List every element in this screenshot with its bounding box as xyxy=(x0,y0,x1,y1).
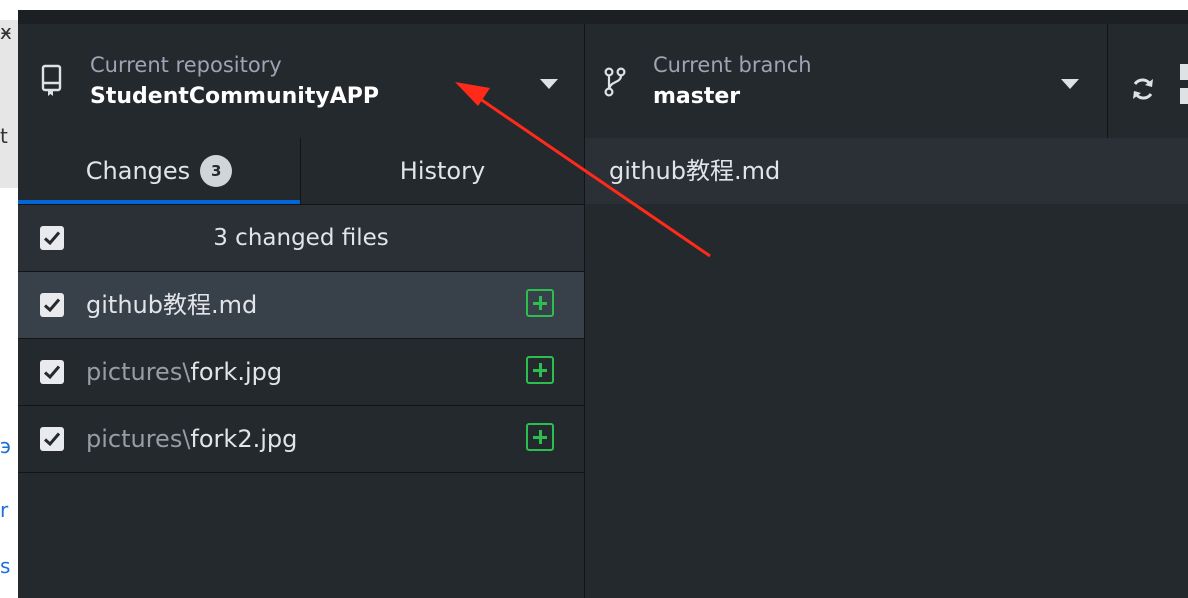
changes-count-badge: 3 xyxy=(200,155,233,187)
fetch-origin-button[interactable] xyxy=(1108,24,1188,138)
file-directory: pictures\ xyxy=(86,425,191,453)
chevron-down-icon xyxy=(1061,79,1079,89)
repository-selector[interactable]: Current repository StudentCommunityAPP xyxy=(18,24,585,138)
changes-sidebar: Changes 3 History 3 changed files github… xyxy=(18,138,585,598)
branch-selector-description: Current branch xyxy=(653,53,812,77)
file-name: fork2.jpg xyxy=(190,425,298,453)
file-added-icon xyxy=(526,289,554,317)
file-path: pictures\fork2.jpg xyxy=(86,406,297,472)
diff-file-title: github教程.md xyxy=(609,157,781,185)
git-branch-icon xyxy=(603,64,627,98)
diff-header: github教程.md xyxy=(585,138,1188,204)
active-tab-indicator xyxy=(18,200,300,204)
branch-selector[interactable]: Current branch master xyxy=(585,24,1108,138)
file-name: fork.jpg xyxy=(190,358,283,386)
changed-files-count: 3 changed files xyxy=(213,225,389,251)
background-text-fragment: ӿ xyxy=(0,20,12,44)
github-desktop-window: Current repository StudentCommunityAPP C… xyxy=(18,10,1188,598)
current-branch-name: master xyxy=(653,84,741,109)
diff-pane: github教程.md xyxy=(585,138,1188,598)
file-path: pictures\fork.jpg xyxy=(86,339,282,405)
toolbar: Current repository StudentCommunityAPP C… xyxy=(18,10,1188,138)
file-directory: pictures\ xyxy=(86,358,191,386)
background-page: ӿ t э r s xyxy=(0,0,18,598)
repo-icon xyxy=(40,64,64,98)
fetch-label-clipped xyxy=(1180,64,1188,114)
repository-selector-description: Current repository xyxy=(90,53,282,77)
sidebar-tabs: Changes 3 History xyxy=(18,138,584,205)
background-gray-band xyxy=(0,20,18,188)
chevron-down-icon xyxy=(540,79,558,89)
changed-file-row[interactable]: pictures\fork.jpg xyxy=(18,339,584,406)
background-link-fragment: s xyxy=(0,554,11,578)
tab-changes-label: Changes xyxy=(85,157,191,185)
tab-history[interactable]: History xyxy=(301,138,584,204)
sync-icon xyxy=(1130,76,1156,102)
file-name: github教程.md xyxy=(86,291,258,319)
background-link-fragment: э xyxy=(0,434,11,458)
titlebar-edge xyxy=(18,10,1188,24)
file-include-checkbox[interactable] xyxy=(40,293,64,317)
file-include-checkbox[interactable] xyxy=(40,360,64,384)
current-repository-name: StudentCommunityAPP xyxy=(90,84,379,109)
file-added-icon xyxy=(526,423,554,451)
file-include-checkbox[interactable] xyxy=(40,427,64,451)
background-text-fragment: t xyxy=(0,124,8,148)
background-link-fragment: r xyxy=(0,498,9,522)
tab-changes[interactable]: Changes 3 xyxy=(18,138,301,204)
file-added-icon xyxy=(526,356,554,384)
changes-list-header: 3 changed files xyxy=(18,205,584,272)
file-path: github教程.md xyxy=(86,272,257,338)
changed-file-row[interactable]: pictures\fork2.jpg xyxy=(18,406,584,473)
changed-file-row[interactable]: github教程.md xyxy=(18,272,584,339)
tab-history-label: History xyxy=(399,157,486,185)
